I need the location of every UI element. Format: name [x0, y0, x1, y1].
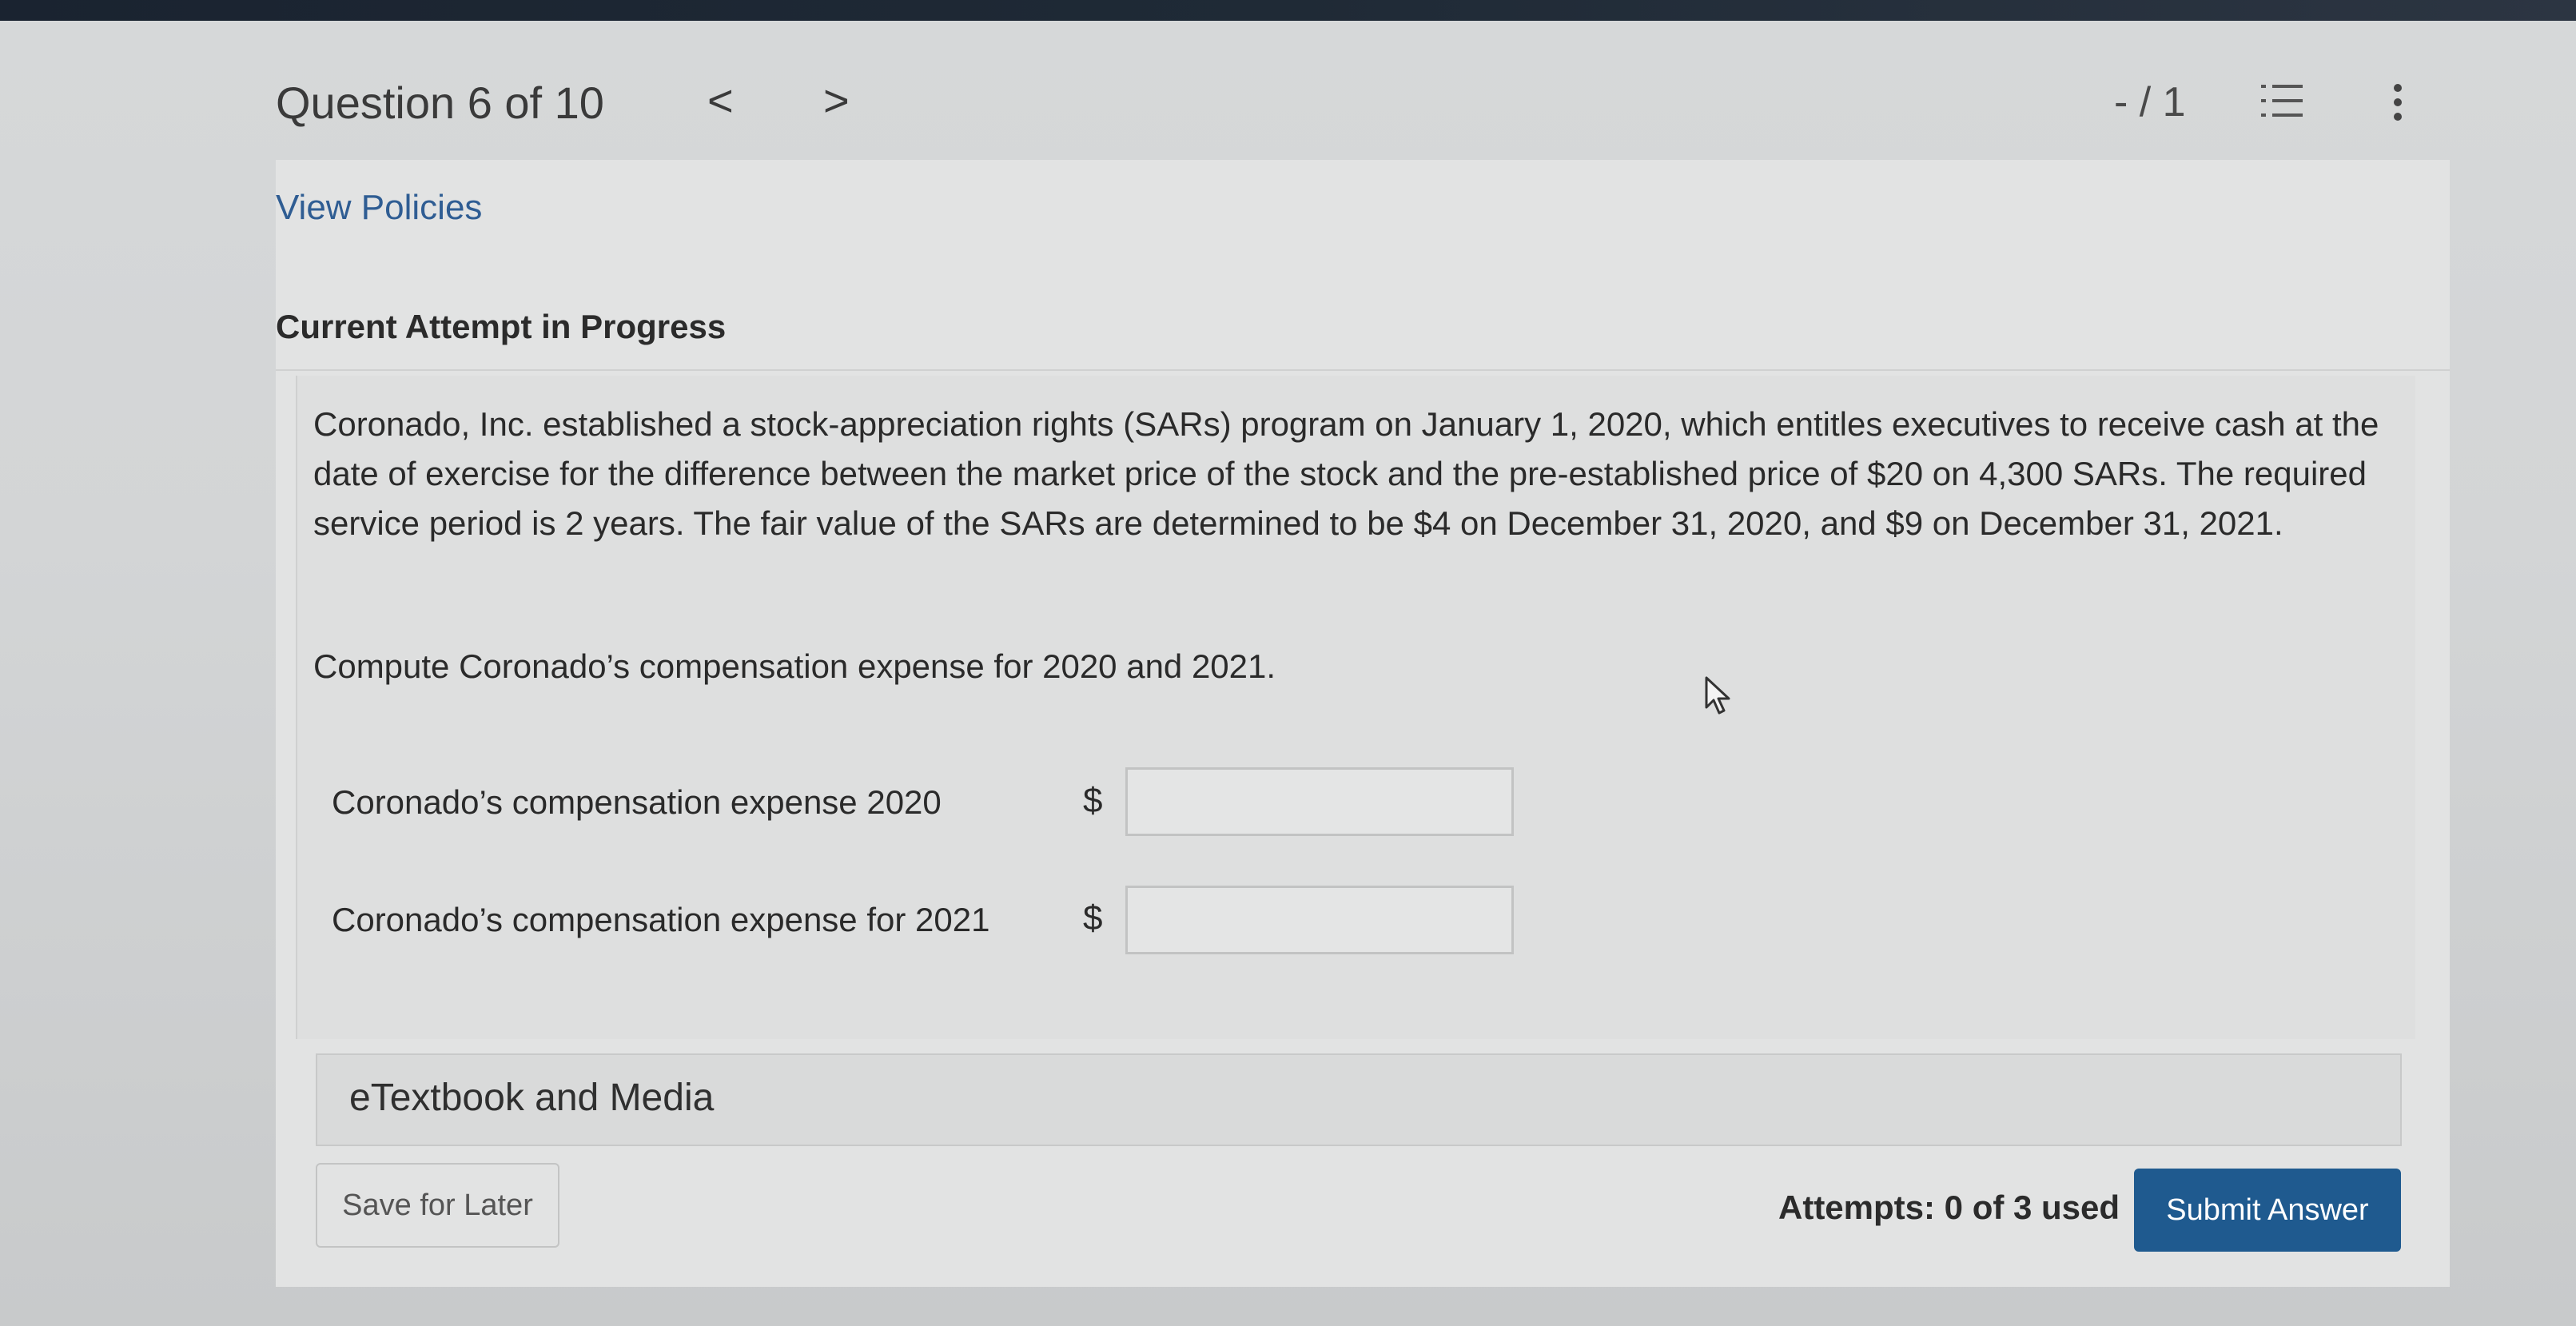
etextbook-media-label: eTextbook and Media	[349, 1077, 715, 1119]
currency-symbol-2021: $	[1083, 898, 1103, 938]
question-counter: Question 6 of 10	[276, 78, 604, 128]
save-for-later-button[interactable]: Save for Later	[316, 1163, 559, 1248]
top-window-strip	[0, 0, 2576, 21]
section-divider	[276, 369, 2450, 371]
next-question-button[interactable]: >	[823, 78, 850, 123]
view-policies-link[interactable]: View Policies	[276, 188, 482, 228]
prev-question-button[interactable]: <	[707, 78, 734, 123]
etextbook-media-section[interactable]: eTextbook and Media	[316, 1053, 2402, 1146]
question-prompt: Compute Coronado’s compensation expense …	[313, 647, 1276, 685]
score-display: - / 1	[2114, 79, 2186, 125]
submit-answer-button[interactable]: Submit Answer	[2134, 1169, 2401, 1252]
kebab-menu-icon[interactable]	[2386, 80, 2410, 125]
question-text: Coronado, Inc. established a stock-appre…	[313, 405, 2379, 542]
question-header: Question 6 of 10 < > - / 1	[276, 72, 2450, 136]
compensation-2021-input[interactable]	[1125, 886, 1514, 954]
mouse-pointer-icon	[1705, 676, 1730, 715]
numbered-list-icon[interactable]	[2258, 80, 2306, 125]
attempt-status-heading: Current Attempt in Progress	[276, 308, 727, 345]
attempts-counter: Attempts: 0 of 3 used	[1778, 1189, 2120, 1226]
currency-symbol-2020: $	[1083, 781, 1103, 820]
compensation-2020-input[interactable]	[1125, 767, 1514, 836]
answer-label-2021: Coronado’s compensation expense for 2021	[332, 901, 990, 938]
answer-label-2020: Coronado’s compensation expense 2020	[332, 783, 942, 821]
